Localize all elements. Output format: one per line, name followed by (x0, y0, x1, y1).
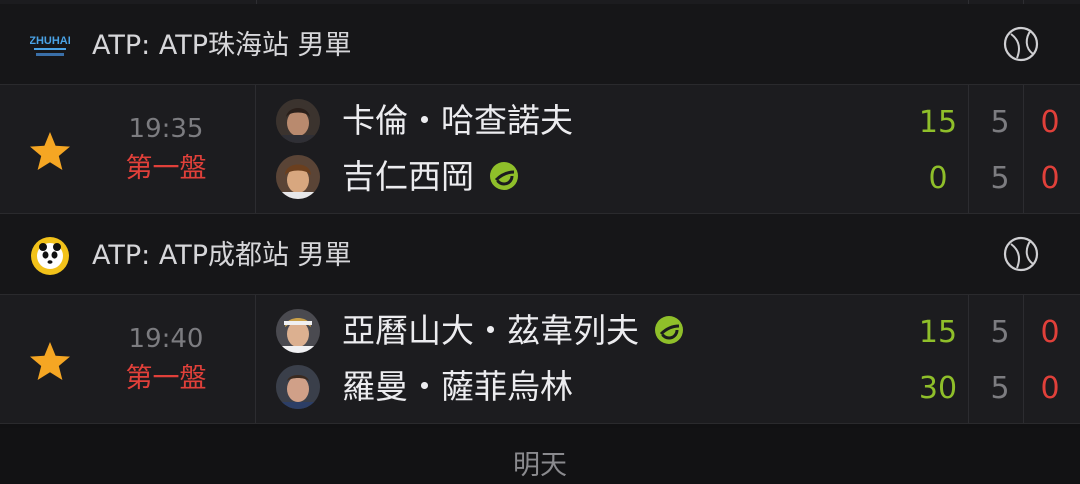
zhuhai-championships-logo-icon: ZHUHAI (29, 26, 71, 66)
player-name: 吉仁西岡 (342, 157, 520, 197)
league-header[interactable]: ATP: ATP成都站 男單 (0, 214, 1080, 294)
match-status: 第一盤 (125, 363, 207, 394)
set2-score: 0 (1040, 161, 1060, 196)
set2-score: 0 (1040, 105, 1060, 140)
serving-indicator-icon (653, 314, 685, 346)
player-row: 卡倫・哈查諾夫 (276, 97, 916, 145)
set2-score: 0 (1040, 315, 1060, 350)
day-label: 明天 (513, 450, 567, 481)
match-status: 第一盤 (125, 153, 207, 184)
star-icon[interactable] (28, 130, 72, 172)
player-name: 亞曆山大・茲韋列夫 (342, 311, 685, 351)
day-divider: 明天 (0, 428, 1080, 483)
match-time: 19:35 (128, 114, 204, 144)
tennis-ball-icon[interactable] (1003, 236, 1039, 272)
serving-indicator-icon (488, 160, 520, 192)
set1-score: 5 (990, 105, 1010, 140)
player-row: 亞曆山大・茲韋列夫 (276, 307, 916, 355)
set1-score: 5 (990, 315, 1010, 350)
match-time: 19:40 (128, 324, 204, 354)
tennis-ball-icon[interactable] (1003, 26, 1039, 62)
player-avatar (276, 99, 320, 143)
svg-text:ZHUHAI: ZHUHAI (30, 35, 70, 47)
star-icon[interactable] (28, 340, 72, 382)
match-row[interactable]: 19:40 第一盤 亞曆山大・茲韋列夫 15 5 0 羅曼・薩菲烏林 30 5 … (0, 294, 1080, 424)
player-name: 卡倫・哈查諾夫 (342, 101, 573, 140)
league-title: ATP: ATP珠海站 男單 (92, 30, 352, 61)
point-score: 15 (918, 315, 958, 350)
point-score: 30 (918, 371, 958, 406)
league-header[interactable]: ZHUHAI ATP: ATP珠海站 男單 (0, 4, 1080, 84)
point-score: 0 (928, 161, 948, 196)
player-avatar (276, 155, 320, 199)
league-title: ATP: ATP成都站 男單 (92, 240, 352, 271)
player-avatar (276, 309, 320, 353)
player-row: 羅曼・薩菲烏林 (276, 363, 916, 411)
set1-score: 5 (990, 161, 1010, 196)
chengdu-open-panda-logo-icon (30, 236, 70, 276)
set1-score: 5 (990, 371, 1010, 406)
point-score: 15 (918, 105, 958, 140)
player-avatar (276, 365, 320, 409)
match-row[interactable]: 19:35 第一盤 卡倫・哈查諾夫 15 5 0 吉仁西岡 0 5 0 (0, 84, 1080, 214)
set2-score: 0 (1040, 371, 1060, 406)
player-row: 吉仁西岡 (276, 153, 916, 201)
player-name: 羅曼・薩菲烏林 (342, 367, 573, 406)
